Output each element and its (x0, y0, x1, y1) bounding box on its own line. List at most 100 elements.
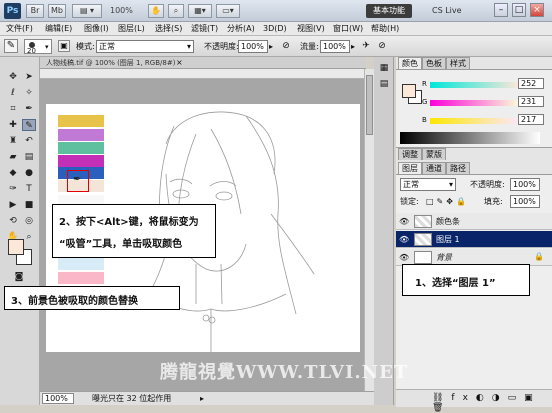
selection-arrow-icon[interactable]: ➤ (22, 71, 36, 83)
zoom-level-dropdown[interactable]: 100% (110, 4, 133, 18)
menu-file[interactable]: 文件(F) (6, 22, 33, 36)
green-slider[interactable] (430, 100, 520, 106)
menu-help[interactable]: 帮助(H) (371, 22, 399, 36)
vertical-scrollbar[interactable] (364, 69, 374, 391)
color-strip[interactable] (58, 142, 104, 154)
color-panel-foreground-swatch[interactable] (402, 84, 416, 98)
3d-orbit-icon[interactable]: ◎ (22, 215, 36, 227)
tab-styles[interactable]: 样式 (446, 57, 470, 69)
tab-masks[interactable]: 蒙版 (422, 148, 446, 160)
pen-tool-icon[interactable]: ✑ (6, 183, 20, 195)
watermark: 腾龍視覺WWW.TLVI.NET (160, 362, 409, 383)
zoom-input[interactable]: 100% (42, 393, 74, 404)
path-selection-icon[interactable]: ▶ (6, 199, 20, 211)
cs-live-button[interactable]: CS Live (432, 5, 462, 17)
zoom-tool-icon[interactable]: ⌕ (168, 4, 184, 18)
layer-row[interactable]: 👁 颜色条 (396, 213, 552, 230)
clone-stamp-icon[interactable]: ♜ (6, 135, 20, 147)
tab-channels[interactable]: 通道 (422, 162, 446, 174)
arrange-documents-button[interactable]: ▦▾ (188, 4, 212, 18)
red-slider[interactable] (430, 82, 520, 88)
menu-3d[interactable]: 3D(D) (263, 22, 287, 36)
color-ramp[interactable] (400, 132, 540, 144)
airbrush-icon[interactable]: ✈ (360, 40, 372, 52)
move-tool-icon[interactable]: ✥ (6, 71, 20, 83)
brush-tool-icon[interactable]: ✎ (22, 119, 36, 131)
brush-panel-toggle-icon[interactable]: ▣ (58, 40, 70, 52)
menu-view[interactable]: 视图(V) (297, 22, 325, 36)
fill-input[interactable]: 100% (510, 195, 540, 208)
dodge-tool-icon[interactable]: ● (22, 167, 36, 179)
view-extras-button[interactable]: ▤ ▾ (72, 4, 102, 18)
color-strip[interactable] (58, 115, 104, 127)
blend-mode-select[interactable]: 正常 ▾ (96, 40, 194, 53)
green-value-input[interactable]: 231 (518, 96, 544, 107)
type-tool-icon[interactable]: T (22, 183, 36, 195)
color-strip[interactable] (58, 129, 104, 141)
crop-tool-icon[interactable]: ⌗ (6, 103, 20, 115)
tablet-opacity-icon[interactable]: ⊘ (280, 40, 292, 52)
brush-tool-preset-icon[interactable]: ✎ (4, 39, 18, 53)
menu-image[interactable]: 图像(I) (84, 22, 109, 36)
minimize-button[interactable]: – (494, 3, 508, 17)
eraser-tool-icon[interactable]: ▰ (6, 151, 20, 163)
workspace-button[interactable]: 基本功能 (366, 4, 412, 18)
gradient-tool-icon[interactable]: ▤ (22, 151, 36, 163)
status-menu-arrow-icon[interactable]: ▸ (200, 392, 204, 405)
tab-adjustments[interactable]: 调整 (398, 148, 422, 160)
red-value-input[interactable]: 252 (518, 78, 544, 89)
layer-opacity-input[interactable]: 100% (510, 178, 540, 191)
menu-edit[interactable]: 编辑(E) (45, 22, 72, 36)
panel-icon[interactable]: ▦ (378, 63, 390, 73)
lock-icons[interactable]: □✎✥🔒 (426, 197, 469, 206)
minibridge-button[interactable]: Mb (48, 4, 66, 18)
eye-icon[interactable]: 👁 (399, 235, 409, 244)
screen-mode-button[interactable]: ▭▾ (216, 4, 240, 18)
quick-select-icon[interactable]: ✧ (22, 87, 36, 99)
3d-rotate-icon[interactable]: ⟲ (6, 215, 20, 227)
opacity-label: 不透明度: (204, 42, 239, 51)
color-strip[interactable] (58, 155, 104, 167)
eyedropper-tool-icon[interactable]: ✒ (22, 103, 36, 115)
foreground-color-swatch-top[interactable] (8, 239, 24, 255)
color-strip[interactable] (58, 272, 104, 284)
menu-analysis[interactable]: 分析(A) (227, 22, 255, 36)
shape-tool-icon[interactable]: ■ (22, 199, 36, 211)
menu-window[interactable]: 窗口(W) (333, 22, 363, 36)
close-icon[interactable]: × (176, 57, 183, 69)
bridge-button[interactable]: Br (26, 4, 44, 18)
blue-value-input[interactable]: 217 (518, 114, 544, 125)
flow-input[interactable]: 100% (320, 40, 350, 53)
chevron-down-icon[interactable]: ▸ (269, 40, 273, 53)
document-tab[interactable]: 人物线稿.tif @ 100% (图层 1, RGB/8#) × (40, 57, 366, 69)
zoom-tool-icon[interactable]: ⌕ (22, 231, 36, 243)
menu-select[interactable]: 选择(S) (155, 22, 182, 36)
lasso-tool-icon[interactable]: ℓ (6, 87, 20, 99)
tab-swatches[interactable]: 色板 (422, 57, 446, 69)
eye-icon[interactable]: 👁 (399, 217, 409, 226)
maximize-button[interactable]: □ (512, 3, 526, 17)
hand-tool-icon[interactable]: ✋ (148, 4, 164, 18)
menu-filter[interactable]: 滤镜(T) (191, 22, 218, 36)
blur-tool-icon[interactable]: ◆ (6, 167, 20, 179)
history-brush-icon[interactable]: ↶ (22, 135, 36, 147)
layer-row[interactable]: 👁 图层 1 (396, 231, 552, 248)
menu-layer[interactable]: 图层(L) (118, 22, 145, 36)
panel-icon[interactable]: ▤ (378, 79, 390, 89)
scrollbar-thumb[interactable] (366, 75, 373, 135)
tablet-size-icon[interactable]: ⊘ (376, 40, 388, 52)
brush-preset-picker[interactable]: 20 ▾ (24, 39, 52, 55)
chevron-down-icon[interactable]: ▸ (351, 40, 355, 53)
tab-layers[interactable]: 图层 (398, 162, 422, 174)
color-strip[interactable] (58, 258, 104, 270)
blue-slider[interactable] (430, 118, 520, 124)
tab-color[interactable]: 颜色 (398, 57, 422, 69)
tab-paths[interactable]: 路径 (446, 162, 470, 174)
quick-mask-icon[interactable]: ◙ (12, 271, 26, 283)
opacity-input[interactable]: 100% (238, 40, 268, 53)
layer-action-icons[interactable]: ⛓fx◐◑▭▣🗑 (432, 393, 552, 413)
healing-brush-icon[interactable]: ✚ (6, 119, 20, 131)
eye-icon[interactable]: 👁 (399, 253, 409, 262)
close-button[interactable]: × (530, 3, 544, 17)
layer-blend-mode-select[interactable]: 正常 ▾ (400, 178, 456, 191)
